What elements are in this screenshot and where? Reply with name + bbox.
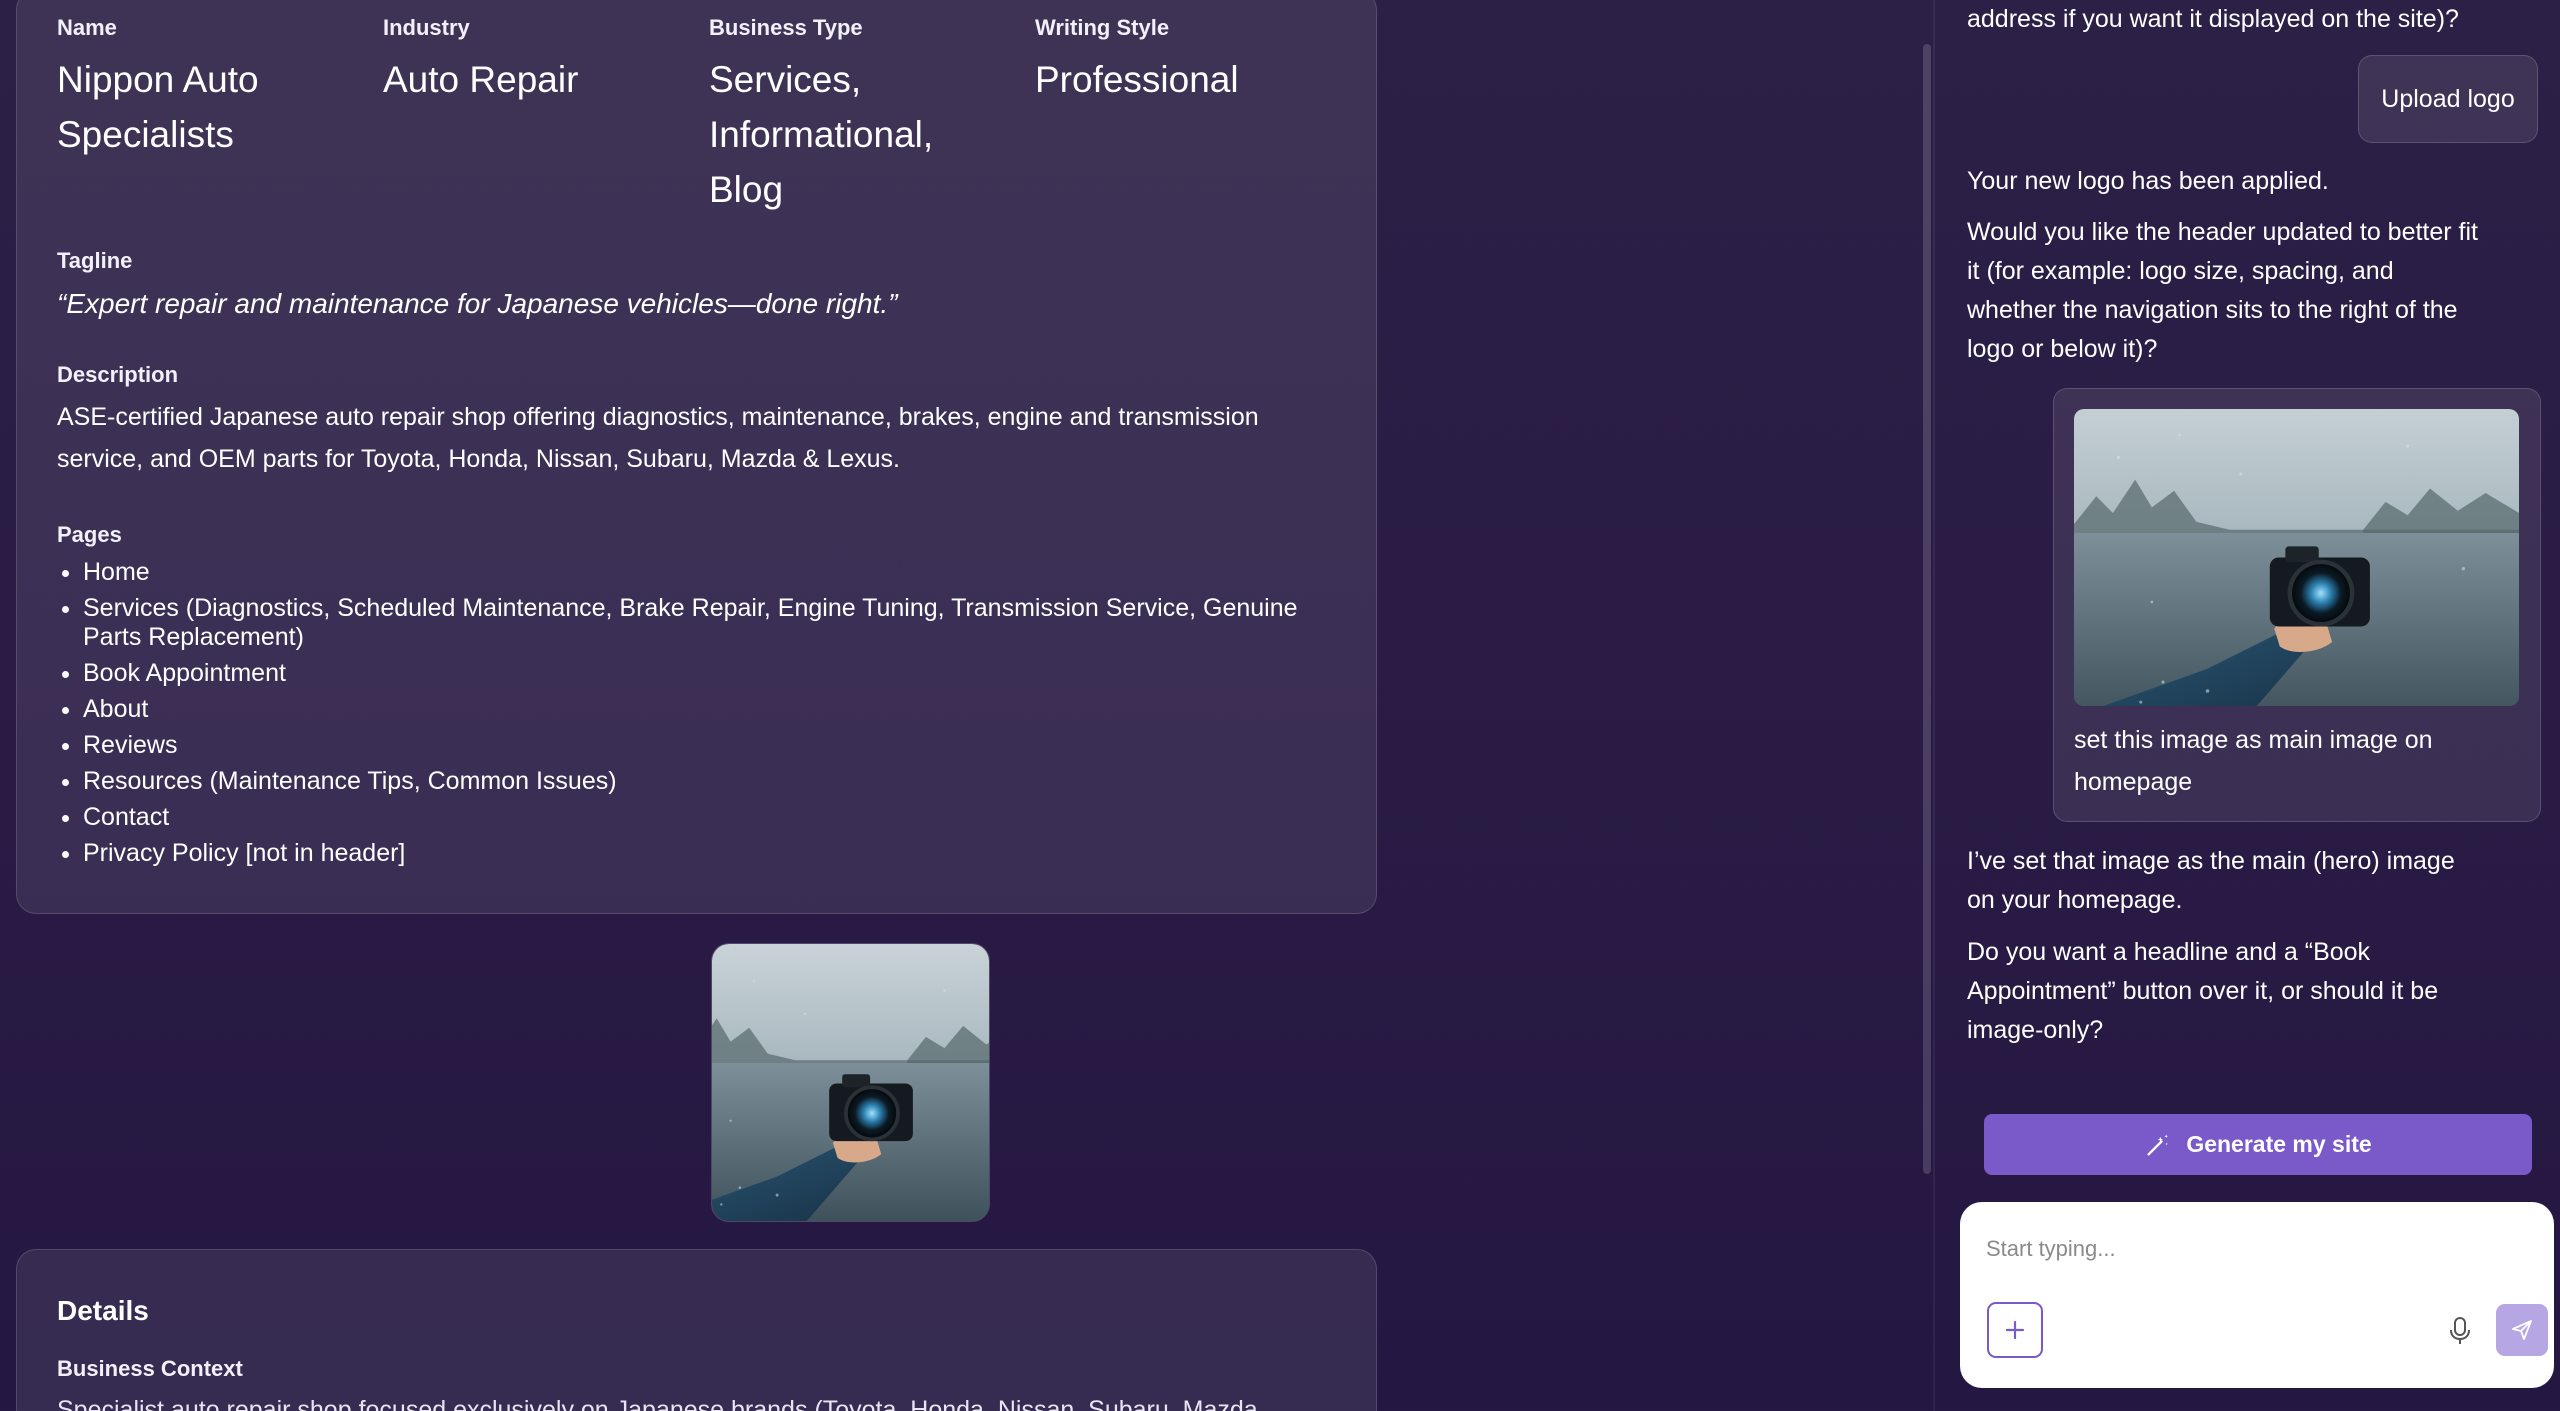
business-type-value: Services, Informational, Blog	[709, 59, 934, 210]
assistant-message: Do you want a headline and a “Book Appoi…	[1967, 938, 2439, 1044]
camera-lake-photo	[712, 944, 990, 1222]
list-item: About	[83, 695, 1336, 724]
writing-style-label: Writing Style	[1035, 15, 1170, 40]
description-value: ASE-certified Japanese auto repair shop …	[57, 403, 1259, 473]
attach-button[interactable]	[1987, 1302, 2043, 1358]
tagline-value: “Expert repair and maintenance for Japan…	[57, 288, 898, 319]
industry-value: Auto Repair	[383, 59, 579, 100]
list-item: Services (Diagnostics, Scheduled Mainten…	[83, 594, 1336, 652]
list-item: Book Appointment	[83, 659, 1336, 688]
details-card: Details Business Context Specialist auto…	[16, 1249, 1377, 1411]
microphone-button[interactable]	[2445, 1314, 2475, 1348]
pages-list: Home Services (Diagnostics, Scheduled Ma…	[57, 558, 1336, 868]
pages-section: Pages Home Services (Diagnostics, Schedu…	[57, 522, 1336, 875]
user-image-caption: set this image as main image on homepage	[2074, 726, 2433, 796]
industry-field: Industry Auto Repair	[383, 15, 683, 107]
camera-lake-photo	[2074, 409, 2519, 706]
tagline-section: Tagline “Expert repair and maintenance f…	[57, 248, 1336, 320]
send-icon	[2512, 1320, 2532, 1340]
assistant-message: I’ve set that image as the main (hero) i…	[1967, 847, 2455, 914]
hero-image-thumbnail[interactable]	[711, 943, 990, 1222]
list-item: Contact	[83, 803, 1336, 832]
writing-style-value: Professional	[1035, 59, 1239, 100]
plus-icon	[2005, 1320, 2025, 1340]
details-title: Details	[57, 1295, 149, 1326]
user-message-image: set this image as main image on homepage	[2053, 388, 2541, 822]
pages-label: Pages	[57, 522, 122, 547]
site-summary-card: Name Nippon Auto Specialists Industry Au…	[16, 0, 1377, 914]
business-context-label: Business Context	[57, 1356, 243, 1381]
message-input[interactable]	[1986, 1232, 2526, 1266]
description-label: Description	[57, 362, 179, 387]
generate-site-button[interactable]: Generate my site	[1984, 1114, 2532, 1175]
list-item: Home	[83, 558, 1336, 587]
assistant-message: address if you want it displayed on the …	[1967, 5, 2459, 33]
microphone-icon	[2450, 1317, 2470, 1344]
chat-panel: address if you want it displayed on the …	[1935, 0, 2560, 1411]
business-type-field: Business Type Services, Informational, B…	[709, 15, 1009, 217]
message-composer	[1960, 1202, 2554, 1388]
name-value: Nippon Auto Specialists	[57, 59, 259, 155]
user-message-upload-logo: Upload logo	[2358, 55, 2538, 143]
writing-style-field: Writing Style Professional	[1035, 15, 1335, 107]
assistant-message: Your new logo has been applied.	[1967, 167, 2329, 195]
description-section: Description ASE-certified Japanese auto …	[57, 362, 1316, 480]
send-button[interactable]	[2496, 1304, 2548, 1356]
name-label: Name	[57, 15, 117, 40]
scrollbar-thumb[interactable]	[1923, 44, 1931, 1174]
list-item: Reviews	[83, 731, 1336, 760]
name-field: Name Nippon Auto Specialists	[57, 15, 357, 162]
business-type-label: Business Type	[709, 15, 863, 40]
site-summary-panel: Name Nippon Auto Specialists Industry Au…	[0, 0, 1910, 1411]
magic-wand-icon	[2147, 1134, 2169, 1155]
generate-site-label: Generate my site	[2186, 1131, 2372, 1157]
assistant-message: Would you like the header updated to bet…	[1967, 218, 2478, 363]
industry-label: Industry	[383, 15, 470, 40]
business-context-value: Specialist auto repair shop focused excl…	[57, 1396, 1258, 1411]
list-item: Privacy Policy [not in header]	[83, 839, 1336, 868]
uploaded-image[interactable]	[2074, 409, 2519, 706]
tagline-label: Tagline	[57, 248, 133, 273]
list-item: Resources (Maintenance Tips, Common Issu…	[83, 767, 1336, 796]
